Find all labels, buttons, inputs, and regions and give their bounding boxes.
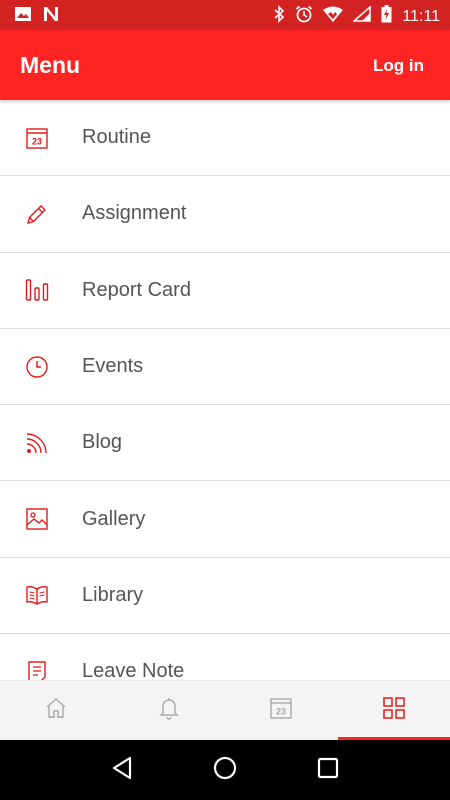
home-button[interactable] bbox=[205, 750, 245, 790]
n-app-icon bbox=[42, 6, 60, 27]
calendar-icon-text: 23 bbox=[276, 707, 286, 717]
login-button[interactable]: Log in bbox=[373, 56, 424, 76]
tab-home[interactable] bbox=[0, 681, 113, 740]
menu-item-label: Events bbox=[82, 355, 144, 378]
wifi-icon bbox=[323, 6, 344, 27]
page-title: Menu bbox=[20, 52, 81, 78]
bell-icon bbox=[157, 696, 181, 725]
app-bar: Menu Log in bbox=[0, 30, 450, 100]
bottom-navigation: 23 bbox=[0, 680, 450, 740]
back-button[interactable] bbox=[102, 750, 142, 790]
menu-item-library[interactable]: Library bbox=[0, 558, 450, 635]
note-icon bbox=[24, 659, 50, 680]
menu-item-label: Blog bbox=[82, 431, 123, 454]
tab-menu[interactable] bbox=[337, 681, 450, 740]
signal-icon bbox=[352, 5, 372, 27]
menu-item-label: Assignment bbox=[82, 202, 187, 225]
status-time: 11:11 bbox=[402, 7, 440, 25]
rss-icon bbox=[24, 430, 50, 456]
picture-icon bbox=[24, 506, 50, 532]
grid-icon bbox=[382, 696, 406, 725]
book-icon bbox=[24, 582, 50, 608]
menu-list: 23 Routine Assignment Report Card Events… bbox=[0, 100, 450, 680]
alarm-icon bbox=[295, 5, 313, 28]
recents-button[interactable] bbox=[308, 750, 348, 790]
menu-item-blog[interactable]: Blog bbox=[0, 405, 450, 482]
image-icon bbox=[14, 6, 32, 27]
bluetooth-icon bbox=[273, 5, 285, 28]
tab-calendar[interactable]: 23 bbox=[225, 681, 338, 740]
menu-item-label: Leave Note bbox=[82, 660, 185, 680]
menu-item-events[interactable]: Events bbox=[0, 329, 450, 406]
menu-item-report-card[interactable]: Report Card bbox=[0, 253, 450, 329]
pencil-icon bbox=[24, 201, 50, 227]
menu-item-assignment[interactable]: Assignment bbox=[0, 176, 450, 253]
battery-icon bbox=[381, 5, 392, 28]
menu-item-gallery[interactable]: Gallery bbox=[0, 481, 450, 558]
calendar-icon-text: 23 bbox=[32, 136, 42, 146]
menu-item-label: Routine bbox=[82, 126, 151, 149]
clock-icon bbox=[24, 354, 50, 380]
menu-item-label: Gallery bbox=[82, 507, 146, 530]
recents-square-icon bbox=[317, 757, 339, 784]
bar-chart-icon bbox=[24, 277, 50, 303]
home-circle-icon bbox=[213, 756, 237, 785]
status-bar: 11:11 bbox=[0, 0, 450, 30]
calendar-icon: 23 bbox=[269, 696, 293, 725]
calendar-icon: 23 bbox=[24, 125, 50, 151]
system-navigation-bar bbox=[0, 740, 450, 800]
back-triangle-icon bbox=[111, 756, 133, 785]
menu-item-leave-note[interactable]: Leave Note bbox=[0, 634, 450, 680]
menu-item-label: Library bbox=[82, 583, 144, 606]
home-icon bbox=[44, 696, 68, 725]
tab-notifications[interactable] bbox=[113, 681, 226, 740]
menu-item-label: Report Card bbox=[82, 278, 191, 301]
menu-item-routine[interactable]: 23 Routine bbox=[0, 100, 450, 177]
